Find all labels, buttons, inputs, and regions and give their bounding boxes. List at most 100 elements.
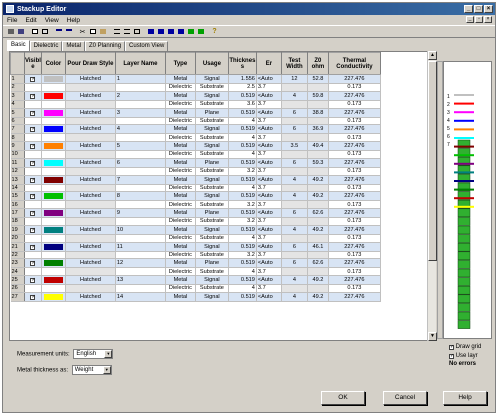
thickness-cell[interactable]: 0.519 bbox=[228, 108, 257, 118]
print-icon[interactable] bbox=[6, 27, 15, 36]
thickness-cell[interactable]: 1.556 bbox=[228, 74, 257, 84]
visible-checkbox-cell[interactable] bbox=[24, 267, 42, 276]
visible-checkbox-cell[interactable]: ✓ bbox=[24, 91, 42, 101]
thermal-conductivity-cell[interactable]: 227.476 bbox=[328, 108, 381, 118]
thermal-conductivity-cell[interactable]: 0.173 bbox=[328, 83, 381, 92]
type-cell[interactable]: Dielectric bbox=[165, 117, 196, 126]
grid-view-icon[interactable] bbox=[30, 27, 39, 36]
er-cell[interactable]: <Auto bbox=[256, 108, 282, 118]
visible-checkbox-cell[interactable]: ✓ bbox=[24, 242, 42, 252]
pour-draw-style-cell[interactable] bbox=[65, 117, 116, 126]
thermal-conductivity-cell[interactable]: 227.476 bbox=[328, 242, 381, 252]
test-width-cell[interactable] bbox=[281, 150, 308, 159]
draw-grid-option[interactable]: ✓ Draw grid bbox=[449, 343, 481, 352]
type-cell[interactable]: Metal bbox=[165, 208, 196, 218]
z0-cell[interactable] bbox=[307, 150, 329, 159]
er-cell[interactable]: <Auto bbox=[256, 74, 282, 84]
col-header-pour-draw-style[interactable]: Pour Draw Style bbox=[64, 52, 116, 75]
er-cell[interactable]: 3.7 bbox=[256, 83, 282, 92]
type-cell[interactable]: Metal bbox=[165, 141, 196, 151]
table-row[interactable]: 15 ✓ Hatched 8 Metal Signal 0.519 <Auto 4 49.2 227… bbox=[10, 191, 381, 202]
layer-name-cell[interactable] bbox=[115, 251, 166, 260]
thermal-conductivity-cell[interactable]: 227.476 bbox=[328, 191, 381, 202]
layer-color-swatch[interactable] bbox=[43, 159, 63, 166]
table-row[interactable]: 10 Dielectric Substrate 4 3.7 0.173 bbox=[10, 150, 381, 159]
table-row[interactable]: 14 Dielectric Substrate 4 3.7 0.173 bbox=[10, 184, 381, 193]
test-width-cell[interactable] bbox=[281, 133, 308, 142]
visible-checkbox-cell[interactable] bbox=[24, 200, 42, 209]
color-swatch-cell[interactable] bbox=[41, 175, 66, 185]
type-cell[interactable]: Dielectric bbox=[165, 133, 196, 142]
er-cell[interactable]: 3.7 bbox=[256, 184, 282, 193]
pour-draw-style-cell[interactable]: Hatched bbox=[65, 275, 116, 285]
pour-draw-style-cell[interactable]: Hatched bbox=[65, 191, 116, 202]
test-width-cell[interactable]: 3.5 bbox=[281, 141, 308, 151]
pour-draw-style-cell[interactable]: Hatched bbox=[65, 242, 116, 252]
type-cell[interactable]: Metal bbox=[165, 191, 196, 202]
thickness-cell[interactable]: 3.2 bbox=[228, 217, 257, 226]
draw-grid-checkbox[interactable]: ✓ bbox=[449, 345, 454, 350]
visible-checkbox-cell[interactable] bbox=[24, 184, 42, 193]
usage-cell[interactable]: Plane bbox=[195, 208, 229, 218]
mdi-close-button[interactable]: × bbox=[484, 16, 492, 23]
color-swatch-cell[interactable] bbox=[41, 242, 66, 252]
thermal-conductivity-cell[interactable]: 227.476 bbox=[328, 292, 381, 302]
cut-icon[interactable]: ✂ bbox=[78, 27, 87, 36]
thermal-conductivity-cell[interactable]: 0.173 bbox=[328, 167, 381, 176]
z0-cell[interactable]: 62.6 bbox=[307, 258, 329, 269]
z0-cell[interactable]: 62.6 bbox=[307, 208, 329, 218]
layer-name-cell[interactable]: 10 bbox=[115, 225, 166, 235]
thickness-cell[interactable]: 0.519 bbox=[228, 242, 257, 252]
tab-custom-view[interactable]: Custom View bbox=[125, 41, 169, 51]
visible-checkbox-cell[interactable]: ✓ bbox=[24, 158, 42, 168]
z0-cell[interactable]: 49.2 bbox=[307, 275, 329, 285]
type-cell[interactable]: Dielectric bbox=[165, 251, 196, 260]
usage-cell[interactable]: Plane bbox=[195, 158, 229, 168]
pour-draw-style-cell[interactable]: Hatched bbox=[65, 258, 116, 269]
pour-draw-style-cell[interactable] bbox=[65, 167, 116, 176]
thickness-cell[interactable]: 3.6 bbox=[228, 100, 257, 109]
layer-name-cell[interactable] bbox=[115, 217, 166, 226]
color-swatch-cell[interactable] bbox=[41, 251, 66, 260]
type-cell[interactable]: Metal bbox=[165, 74, 196, 84]
ok-button[interactable]: OK bbox=[321, 391, 365, 405]
visible-checkbox[interactable]: ✓ bbox=[30, 294, 36, 300]
thermal-conductivity-cell[interactable]: 0.173 bbox=[328, 117, 381, 126]
layer-name-cell[interactable]: 12 bbox=[115, 258, 166, 269]
visible-checkbox[interactable]: ✓ bbox=[30, 160, 36, 166]
er-cell[interactable]: 3.7 bbox=[256, 251, 282, 260]
mdi-restore-button[interactable]: ▫ bbox=[475, 16, 483, 23]
layer-name-cell[interactable]: 1 bbox=[115, 74, 166, 84]
thermal-conductivity-cell[interactable]: 227.476 bbox=[328, 124, 381, 135]
scroll-down-arrow[interactable]: ▼ bbox=[428, 332, 437, 341]
grid-vertical-scrollbar[interactable]: ▲ ▼ bbox=[427, 51, 437, 341]
pour-draw-style-cell[interactable] bbox=[65, 150, 116, 159]
er-cell[interactable]: 3.7 bbox=[256, 200, 282, 209]
er-cell[interactable]: <Auto bbox=[256, 124, 282, 135]
er-cell[interactable]: <Auto bbox=[256, 141, 282, 151]
thickness-cell[interactable]: 4 bbox=[228, 150, 257, 159]
tab-dielectric[interactable]: Dielectric bbox=[29, 41, 63, 51]
table-row[interactable]: 7 ✓ Hatched 4 Metal Signal 0.519 <Auto 6 36.9 227.… bbox=[10, 124, 381, 135]
paste-icon[interactable] bbox=[98, 27, 107, 36]
pour-draw-style-cell[interactable]: Hatched bbox=[65, 158, 116, 168]
er-cell[interactable]: <Auto bbox=[256, 191, 282, 202]
table-row[interactable]: 5 ✓ Hatched 3 Metal Plane 0.519 <Auto 6 38.8 227.4… bbox=[10, 108, 381, 118]
pour-draw-style-cell[interactable] bbox=[65, 184, 116, 193]
z0-cell[interactable]: 38.8 bbox=[307, 108, 329, 118]
tab-z0-planning[interactable]: Z0 Planning bbox=[85, 41, 126, 51]
thickness-cell[interactable]: 4 bbox=[228, 133, 257, 142]
col-header-color[interactable]: Color bbox=[40, 52, 66, 75]
usage-cell[interactable]: Substrate bbox=[195, 267, 229, 276]
thermal-conductivity-cell[interactable]: 0.173 bbox=[328, 267, 381, 276]
help-button[interactable]: Help bbox=[443, 391, 487, 405]
layer-view-6-icon[interactable] bbox=[196, 27, 205, 36]
thickness-cell[interactable]: 0.519 bbox=[228, 275, 257, 285]
table-row[interactable]: 17 ✓ Hatched 9 Metal Plane 0.519 <Auto 6 62.6 227.… bbox=[10, 208, 381, 218]
usage-cell[interactable]: Signal bbox=[195, 292, 229, 302]
col-header-test-width[interactable]: Test Width bbox=[280, 52, 308, 75]
test-width-cell[interactable]: 4 bbox=[281, 292, 308, 302]
visible-checkbox[interactable]: ✓ bbox=[30, 127, 36, 133]
type-cell[interactable]: Metal bbox=[165, 158, 196, 168]
visible-checkbox-cell[interactable] bbox=[24, 251, 42, 260]
